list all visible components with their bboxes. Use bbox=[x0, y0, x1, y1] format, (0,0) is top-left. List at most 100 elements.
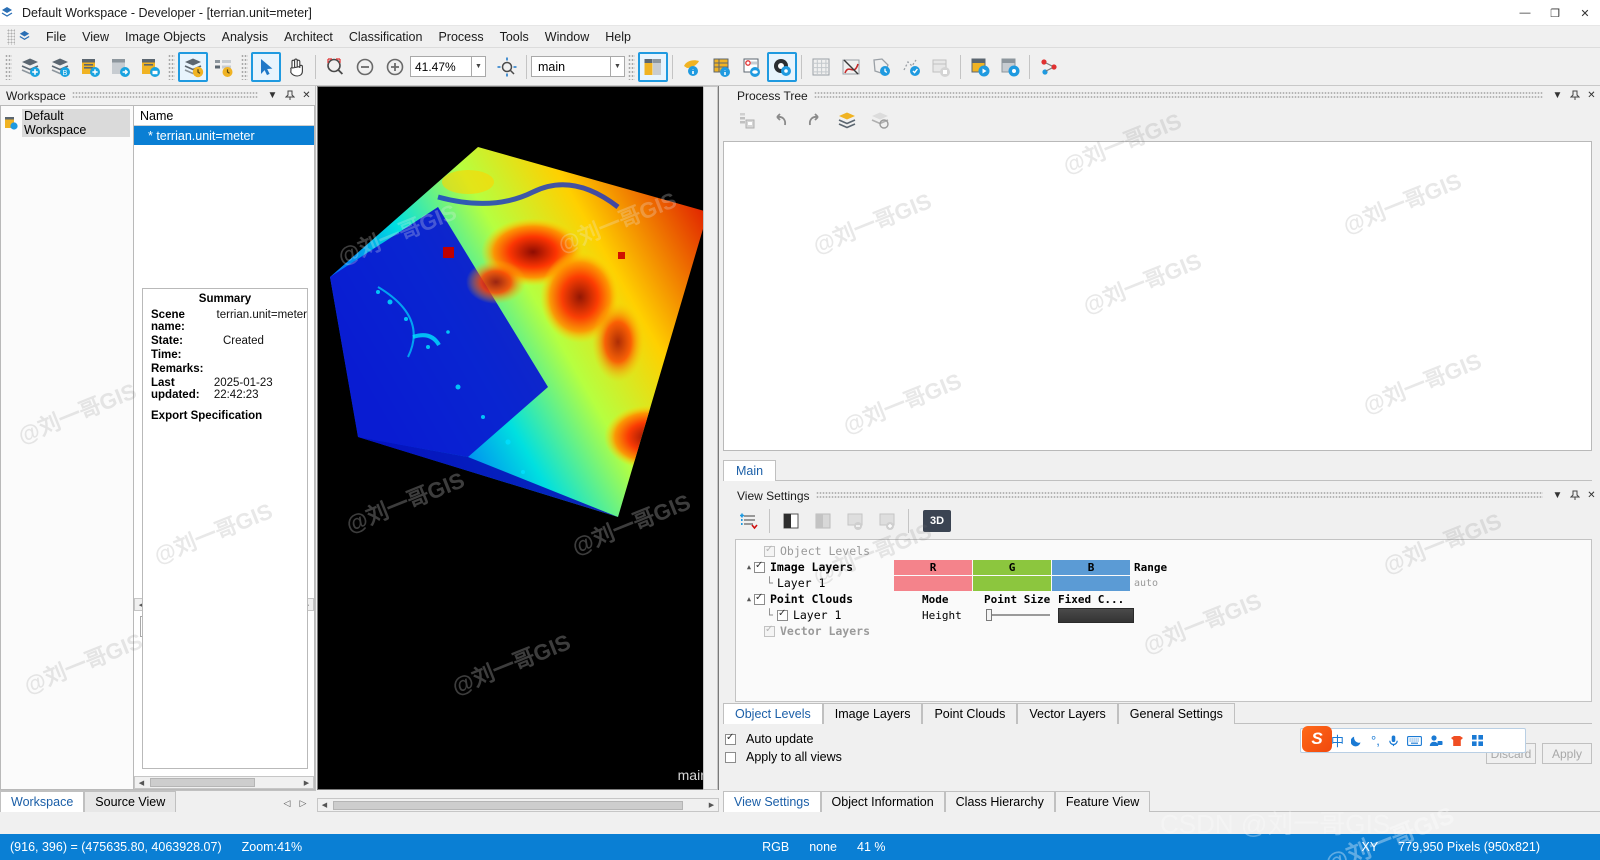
scroll-right-icon[interactable]: ▶ bbox=[300, 779, 313, 787]
menu-item-process[interactable]: Process bbox=[430, 28, 491, 46]
channel-r-cell[interactable] bbox=[894, 575, 972, 591]
menu-item-architect[interactable]: Architect bbox=[276, 28, 341, 46]
checkbox-image-layers[interactable] bbox=[754, 560, 765, 573]
tab-feature-view[interactable]: Feature View bbox=[1054, 791, 1151, 812]
zoom-region-icon[interactable] bbox=[320, 52, 350, 82]
menu-item-view[interactable]: View bbox=[74, 28, 117, 46]
slider-knob[interactable] bbox=[986, 609, 992, 621]
menu-item-image-objects[interactable]: Image Objects bbox=[117, 28, 214, 46]
redo-icon[interactable] bbox=[799, 105, 829, 135]
checkbox-point-clouds[interactable] bbox=[754, 592, 765, 605]
tab-image-layers[interactable]: Image Layers bbox=[822, 703, 923, 724]
zoom-out-icon[interactable] bbox=[350, 52, 380, 82]
close-button[interactable]: ✕ bbox=[1570, 0, 1600, 26]
channel-g-cell[interactable] bbox=[973, 575, 1051, 591]
channel-g-header[interactable]: G bbox=[973, 559, 1051, 575]
pan-hand-icon[interactable] bbox=[281, 52, 311, 82]
layer-minus-icon[interactable] bbox=[840, 506, 870, 536]
fixed-color-swatch[interactable] bbox=[1058, 607, 1134, 623]
process-tree-pin-icon[interactable] bbox=[1566, 87, 1583, 104]
image-viewport[interactable]: @刘一哥GIS @刘一哥GIS @刘一哥GIS @刘一哥GIS @刘一哥GIS … bbox=[317, 86, 719, 790]
workspace-menu-icon[interactable]: ▼ bbox=[264, 87, 281, 104]
import-scene-icon[interactable] bbox=[105, 52, 135, 82]
ime-apps-icon[interactable] bbox=[1471, 734, 1484, 747]
tab-class-hierarchy[interactable]: Class Hierarchy bbox=[944, 791, 1055, 812]
tab-view-settings[interactable]: View Settings bbox=[723, 791, 821, 812]
workspace-list-header[interactable]: Name bbox=[134, 106, 314, 126]
tab-vector-layers[interactable]: Vector Layers bbox=[1017, 703, 1118, 724]
split-view-icon[interactable] bbox=[638, 51, 668, 82]
tree-row-image-layer-1[interactable]: └ Layer 1 auto bbox=[736, 575, 1591, 591]
tab-prev-icon[interactable]: ◁ bbox=[280, 798, 294, 809]
zoom-fit-icon[interactable] bbox=[492, 52, 522, 82]
table-info-icon[interactable] bbox=[707, 52, 737, 82]
load-ruleset-icon[interactable] bbox=[832, 105, 862, 135]
layer-mix-icon[interactable] bbox=[776, 506, 806, 536]
point-cloud-mode-value[interactable]: Height bbox=[922, 608, 982, 623]
zoom-in-icon[interactable] bbox=[380, 52, 410, 82]
view-selector-input[interactable]: main bbox=[531, 56, 611, 77]
tab-main[interactable]: Main bbox=[723, 460, 777, 481]
workspace-pin-icon[interactable] bbox=[281, 87, 298, 104]
minimize-button[interactable]: — bbox=[1510, 0, 1540, 26]
create-project-icon[interactable] bbox=[15, 52, 45, 82]
view-settings-pin-icon[interactable] bbox=[1566, 487, 1583, 504]
option-apply-all-views[interactable]: Apply to all views bbox=[725, 748, 842, 766]
expander-icon[interactable]: ▲ bbox=[744, 595, 754, 603]
scroll-left-icon[interactable]: ◀ bbox=[135, 779, 148, 787]
menu-item-classification[interactable]: Classification bbox=[341, 28, 431, 46]
save-layout-icon[interactable] bbox=[926, 52, 956, 82]
tab-source-view[interactable]: Source View bbox=[84, 791, 177, 812]
ime-moon-icon[interactable] bbox=[1351, 734, 1364, 747]
polygon-edit-icon[interactable] bbox=[866, 52, 896, 82]
view-settings-icon[interactable] bbox=[767, 51, 797, 82]
table-row[interactable]: * terrian.unit=meter bbox=[134, 126, 314, 145]
tab-object-levels[interactable]: Object Levels bbox=[723, 703, 823, 724]
ime-skin-icon[interactable] bbox=[1450, 735, 1464, 747]
toolbar-grip-1[interactable] bbox=[5, 53, 12, 80]
ime-chinese-icon[interactable]: 中 bbox=[1331, 731, 1344, 750]
menu-item-analysis[interactable]: Analysis bbox=[214, 28, 277, 46]
open-folder-icon[interactable] bbox=[135, 52, 165, 82]
tab-next-icon[interactable]: ▷ bbox=[296, 798, 310, 809]
grid-icon[interactable] bbox=[806, 52, 836, 82]
tab-point-clouds[interactable]: Point Clouds bbox=[922, 703, 1018, 724]
layer-history-icon[interactable] bbox=[178, 51, 208, 82]
tree-row-point-cloud-layer-1[interactable]: └ Layer 1 Height bbox=[736, 607, 1591, 623]
undo-icon[interactable] bbox=[766, 105, 796, 135]
layer-list-icon[interactable] bbox=[208, 52, 238, 82]
menu-item-help[interactable]: Help bbox=[597, 28, 639, 46]
summary-hscrollbar[interactable]: ◀ ▶ bbox=[134, 776, 314, 789]
tab-general-settings[interactable]: General Settings bbox=[1117, 703, 1235, 724]
select-cursor-icon[interactable] bbox=[251, 51, 281, 82]
tab-workspace[interactable]: Workspace bbox=[0, 791, 85, 812]
layer-plus-icon[interactable] bbox=[872, 506, 902, 536]
checkbox-apply-to-all-views[interactable] bbox=[725, 751, 736, 763]
tree-row-point-clouds[interactable]: ▲ Point Clouds Mode Point Size Fixed C..… bbox=[736, 591, 1591, 607]
ime-punctuation-icon[interactable]: °, bbox=[1371, 733, 1380, 748]
channel-r-header[interactable]: R bbox=[894, 559, 972, 575]
option-auto-update[interactable]: Auto update bbox=[725, 730, 842, 748]
channel-b-cell[interactable] bbox=[1052, 575, 1130, 591]
view-selector-arrow[interactable]: ▼ bbox=[611, 56, 625, 77]
menu-item-tools[interactable]: Tools bbox=[492, 28, 537, 46]
object-table-icon[interactable] bbox=[737, 52, 767, 82]
point-edit-icon[interactable] bbox=[896, 52, 926, 82]
menu-item-window[interactable]: Window bbox=[537, 28, 597, 46]
tree-row-object-levels[interactable]: Object Levels bbox=[736, 543, 1591, 559]
process-tree-canvas[interactable] bbox=[723, 141, 1592, 451]
checkbox-object-levels[interactable] bbox=[764, 544, 775, 557]
ime-microphone-icon[interactable] bbox=[1387, 734, 1400, 747]
no-outline-icon[interactable] bbox=[836, 52, 866, 82]
scroll-thumb[interactable] bbox=[150, 778, 255, 787]
scroll-thumb[interactable] bbox=[333, 800, 683, 810]
checkbox-auto-update[interactable] bbox=[725, 732, 736, 745]
expander-icon[interactable]: ▲ bbox=[744, 563, 754, 571]
viewport-hscrollbar[interactable]: ◀ ▶ bbox=[317, 798, 719, 812]
stop-process-icon[interactable] bbox=[995, 52, 1025, 82]
layer-grey-icon[interactable] bbox=[808, 506, 838, 536]
add-layer-icon[interactable] bbox=[733, 506, 763, 536]
workspace-tree-root[interactable]: Default Workspace bbox=[1, 106, 133, 140]
view-3d-toggle[interactable]: 3D bbox=[923, 510, 951, 532]
ime-keyboard-icon[interactable] bbox=[1406, 735, 1422, 747]
